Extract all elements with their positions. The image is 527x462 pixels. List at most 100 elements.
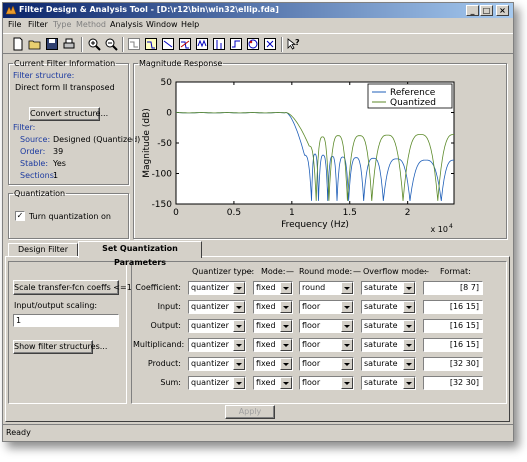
round-mode-select[interactable]: floor	[299, 338, 354, 352]
mode-select[interactable]: fixed	[253, 300, 293, 314]
chevron-down-icon[interactable]	[403, 320, 415, 332]
quantizer-type-select[interactable]: quantizer	[188, 300, 246, 314]
new-icon[interactable]	[11, 37, 25, 51]
impulse-icon[interactable]	[212, 37, 226, 51]
header-dash: —	[421, 267, 429, 276]
coefficients-icon[interactable]	[263, 37, 277, 51]
group-delay-icon[interactable]	[195, 37, 209, 51]
format-input[interactable]: [32 30]	[423, 376, 483, 390]
overflow-mode-select[interactable]: saturate	[361, 281, 416, 295]
format-input[interactable]: [32 30]	[423, 357, 483, 371]
overflow-mode-select[interactable]: saturate	[361, 376, 416, 390]
chevron-down-icon[interactable]	[280, 301, 292, 313]
chevron-down-icon[interactable]	[403, 301, 415, 313]
quantizer-type-select[interactable]: quantizer	[188, 338, 246, 352]
chevron-down-icon[interactable]	[403, 339, 415, 351]
open-icon[interactable]	[28, 37, 42, 51]
menu-file[interactable]: File	[8, 20, 21, 29]
chevron-down-icon[interactable]	[233, 377, 245, 389]
quantizer-type-value: quantizer	[191, 302, 229, 311]
print-icon[interactable]	[62, 37, 76, 51]
maximize-button[interactable]: □	[480, 5, 493, 16]
mode-select[interactable]: fixed	[253, 357, 293, 371]
save-icon[interactable]	[45, 37, 59, 51]
tab-design-filter[interactable]: Design Filter	[8, 243, 78, 257]
mode-select[interactable]: fixed	[253, 319, 293, 333]
scale-coeffs-button[interactable]: Scale transfer-fcn coeffs <=1	[13, 280, 132, 295]
chevron-down-icon[interactable]	[341, 282, 353, 294]
format-input[interactable]: [16 15]	[423, 300, 483, 314]
quantizer-type-select[interactable]: quantizer	[188, 281, 246, 295]
quantizer-type-select[interactable]: quantizer	[188, 376, 246, 390]
chevron-down-icon[interactable]	[233, 339, 245, 351]
filter-specs-icon[interactable]	[127, 37, 141, 51]
overflow-mode-select[interactable]: saturate	[361, 319, 416, 333]
minimize-button[interactable]: _	[466, 5, 479, 16]
chevron-down-icon[interactable]	[280, 320, 292, 332]
quantizer-row-label: Coefficient:	[135, 283, 181, 292]
chevron-down-icon[interactable]	[280, 282, 292, 294]
round-mode-select[interactable]: round	[299, 281, 354, 295]
chevron-down-icon[interactable]	[341, 377, 353, 389]
title-bar[interactable]: Filter Design & Analysis Tool - [D:\r12\…	[3, 3, 513, 18]
overflow-mode-select[interactable]: saturate	[361, 357, 416, 371]
current-filter-info-legend: Current Filter Information	[14, 59, 116, 68]
app-icon	[6, 5, 16, 15]
quantization-checkbox-label: Turn quantization on	[29, 212, 111, 221]
mag-phase-icon[interactable]	[178, 37, 192, 51]
zoom-out-icon[interactable]	[104, 37, 118, 51]
quantization-checkbox[interactable]: ✓	[15, 211, 25, 221]
overflow-mode-select[interactable]: saturate	[361, 300, 416, 314]
chevron-down-icon[interactable]	[280, 339, 292, 351]
filter-structure-value: Direct form II transposed	[15, 83, 115, 92]
stable-label: Stable:	[20, 159, 49, 168]
convert-structure-button[interactable]: Convert structure...	[29, 107, 108, 121]
chevron-down-icon[interactable]	[341, 339, 353, 351]
magnitude-response-chart[interactable]: 0 0.5 1 1.5 2 50 0 -50 -100 -150 Frequency (Hz) Mag…	[134, 69, 506, 237]
overflow-mode-value: saturate	[364, 283, 398, 292]
io-scaling-input[interactable]: 1	[13, 314, 119, 327]
overflow-mode-select[interactable]: saturate	[361, 338, 416, 352]
menu-analysis[interactable]: Analysis	[110, 20, 143, 29]
mode-select[interactable]: fixed	[253, 376, 293, 390]
chevron-down-icon[interactable]	[341, 320, 353, 332]
round-mode-select[interactable]: floor	[299, 376, 354, 390]
magnitude-icon[interactable]	[144, 37, 158, 51]
chevron-down-icon[interactable]	[403, 358, 415, 370]
format-input[interactable]: [16 15]	[423, 319, 483, 333]
format-input[interactable]: [8 7]	[423, 281, 483, 295]
round-mode-select[interactable]: floor	[299, 357, 354, 371]
mode-select[interactable]: fixed	[253, 338, 293, 352]
step-icon[interactable]	[229, 37, 243, 51]
format-input[interactable]: [16 15]	[423, 338, 483, 352]
chevron-down-icon[interactable]	[403, 282, 415, 294]
chevron-down-icon[interactable]	[233, 282, 245, 294]
menu-help[interactable]: Help	[181, 20, 199, 29]
mode-select[interactable]: fixed	[253, 281, 293, 295]
quantizer-type-value: quantizer	[191, 321, 229, 330]
chevron-down-icon[interactable]	[403, 377, 415, 389]
menu-filter[interactable]: Filter	[28, 20, 48, 29]
tab-set-quantization-parameters[interactable]: Set Quantization Parameters	[78, 241, 202, 267]
round-mode-select[interactable]: floor	[299, 300, 354, 314]
chevron-down-icon[interactable]	[341, 358, 353, 370]
mode-value: fixed	[256, 302, 276, 311]
x-axis-label: Frequency (Hz)	[281, 220, 349, 230]
pole-zero-icon[interactable]	[246, 37, 260, 51]
round-mode-select[interactable]: floor	[299, 319, 354, 333]
chevron-down-icon[interactable]	[280, 377, 292, 389]
chevron-down-icon[interactable]	[233, 301, 245, 313]
menu-window[interactable]: Window	[146, 20, 178, 29]
quantizer-type-select[interactable]: quantizer	[188, 357, 246, 371]
whats-this-icon[interactable]: ?	[286, 37, 300, 51]
quantizer-type-select[interactable]: quantizer	[188, 319, 246, 333]
close-button[interactable]: ×	[496, 5, 509, 16]
x-axis-exponent: 4	[449, 223, 453, 230]
chevron-down-icon[interactable]	[280, 358, 292, 370]
phase-icon[interactable]	[161, 37, 175, 51]
zoom-in-icon[interactable]	[87, 37, 101, 51]
chevron-down-icon[interactable]	[341, 301, 353, 313]
show-filter-structures-button[interactable]: Show filter structures...	[13, 340, 107, 354]
chevron-down-icon[interactable]	[233, 358, 245, 370]
chevron-down-icon[interactable]	[233, 320, 245, 332]
